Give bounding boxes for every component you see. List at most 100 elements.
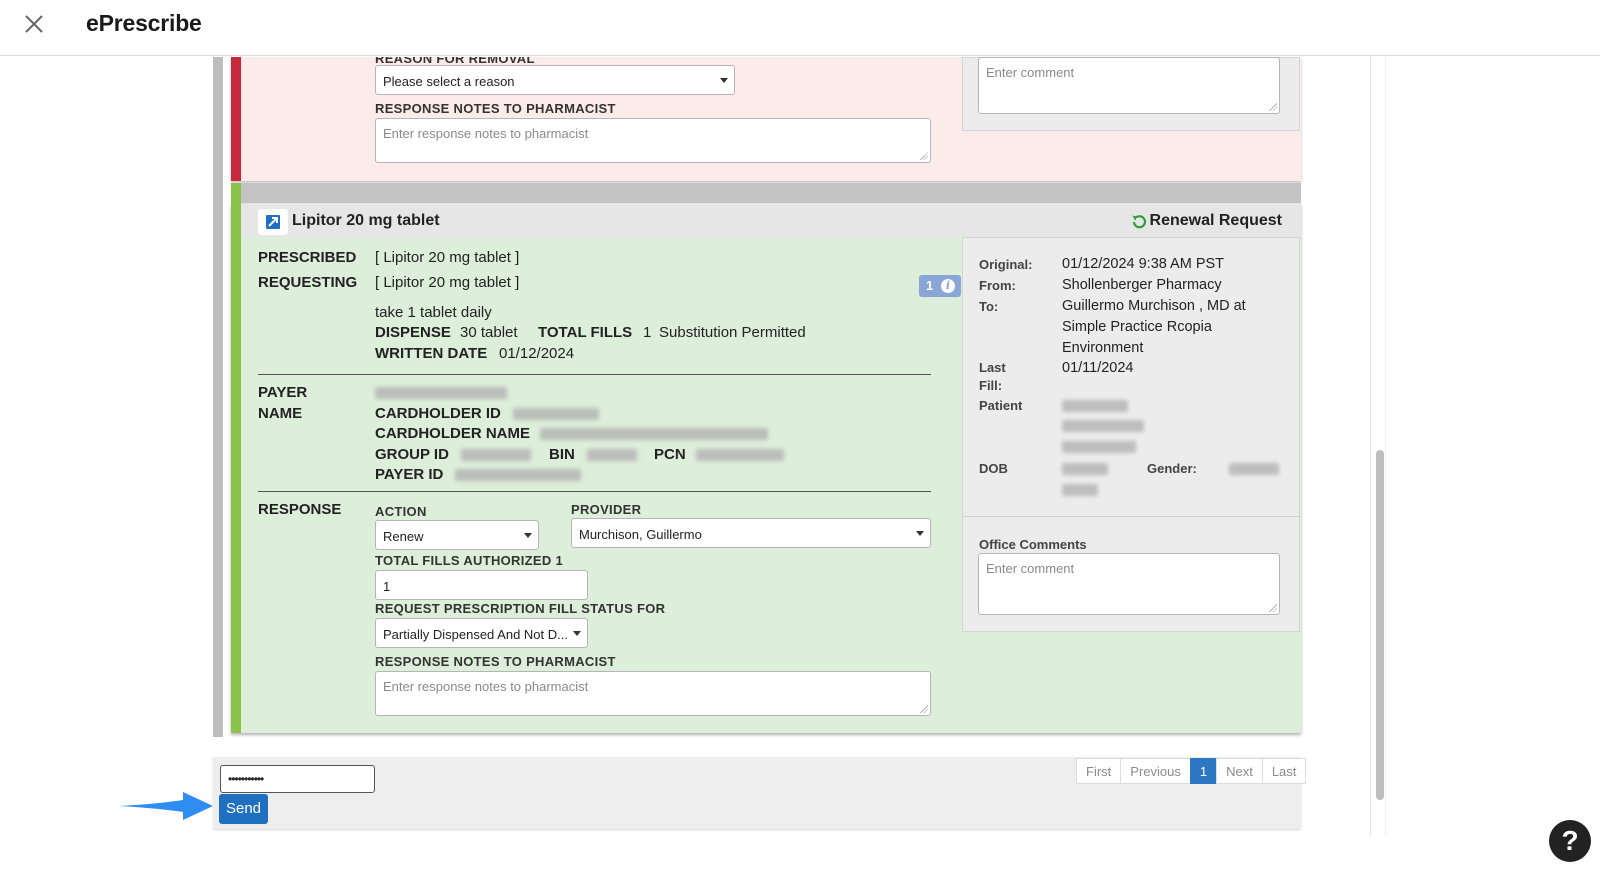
pager-last[interactable]: Last	[1261, 758, 1307, 784]
action-select-value: Renew	[383, 529, 424, 544]
chevron-down-icon	[916, 531, 924, 536]
card-separator	[231, 183, 1301, 203]
redacted-group-id	[461, 449, 531, 461]
original-label: Original:	[979, 257, 1033, 272]
pointer-arrow-icon	[119, 792, 213, 820]
response-notes-label: RESPONSE NOTES TO PHARMACIST	[375, 101, 616, 116]
dob-label: DOB	[979, 461, 1008, 476]
status-stripe-green	[231, 183, 241, 203]
prescribed-value: [ Lipitor 20 mg tablet ]	[375, 249, 520, 266]
info-icon: i	[941, 279, 955, 293]
pager-previous[interactable]: Previous	[1120, 758, 1191, 784]
from-label: From:	[979, 278, 1016, 293]
requesting-label: REQUESTING	[258, 274, 358, 291]
redacted-payer-name	[375, 387, 507, 399]
section-divider	[258, 491, 931, 492]
panel-divider	[963, 516, 1299, 517]
sig-text: take 1 tablet daily	[375, 304, 492, 321]
external-link-icon[interactable]	[258, 209, 288, 235]
drug-title: Lipitor 20 mg tablet	[292, 212, 440, 229]
list-left-border	[213, 57, 223, 737]
group-id-label: GROUP ID	[375, 446, 449, 463]
total-fills-authorized-input[interactable]: 1	[375, 570, 588, 600]
gender-label: Gender:	[1147, 461, 1197, 476]
response-notes-field[interactable]: Enter response notes to pharmacist	[375, 118, 931, 163]
renew-icon	[1132, 215, 1147, 229]
substitution-text: Substitution Permitted	[659, 324, 806, 341]
previous-comment-field[interactable]: Enter comment	[978, 57, 1280, 114]
dispense-label: DISPENSE	[375, 324, 451, 341]
redacted-patient-line2	[1062, 420, 1144, 432]
action-label: ACTION	[375, 504, 427, 519]
close-icon[interactable]	[22, 12, 46, 36]
status-stripe-red	[231, 57, 241, 181]
pager-current-page[interactable]: 1	[1189, 758, 1218, 784]
chevron-down-icon	[720, 78, 728, 83]
action-select[interactable]: Renew	[375, 520, 539, 550]
help-button[interactable]: ?	[1549, 820, 1591, 862]
fill-status-label: REQUEST PRESCRIPTION FILL STATUS FOR	[375, 601, 666, 616]
redacted-cardholder-id	[513, 408, 599, 420]
patient-label: Patient	[979, 398, 1023, 413]
redacted-gender	[1229, 463, 1279, 475]
pcn-label: PCN	[654, 446, 686, 463]
redacted-patient-line1	[1062, 400, 1128, 412]
info-badge[interactable]: 1 i	[919, 275, 961, 297]
bin-label: BIN	[549, 446, 575, 463]
pager-next[interactable]: Next	[1216, 758, 1263, 784]
content-border	[1370, 57, 1371, 837]
scrollbar-thumb[interactable]	[1376, 450, 1384, 800]
response-label: RESPONSE	[258, 501, 342, 518]
total-fills-authorized-label: TOTAL FILLS AUTHORIZED 1	[375, 553, 563, 568]
to-value-line3: Environment	[1062, 340, 1144, 356]
response-notes-placeholder: Enter response notes to pharmacist	[383, 679, 589, 694]
cardholder-name-label: CARDHOLDER NAME	[375, 425, 530, 442]
section-divider	[258, 374, 931, 375]
redacted-payer-id	[455, 469, 581, 481]
dispense-value: 30 tablet	[460, 324, 518, 341]
from-value: Shollenberger Pharmacy	[1062, 277, 1222, 293]
redacted-cardholder-name	[540, 428, 768, 440]
redacted-dob-line2	[1062, 484, 1098, 496]
redacted-dob	[1062, 463, 1108, 475]
resize-handle-icon[interactable]	[1269, 604, 1277, 612]
provider-select[interactable]: Murchison, Guillermo	[571, 518, 931, 548]
response-notes-placeholder: Enter response notes to pharmacist	[383, 126, 589, 141]
to-value-line1: Guillermo Murchison , MD at	[1062, 298, 1246, 314]
fill-status-select[interactable]: Partially Dispensed And Not D...	[375, 618, 588, 648]
pagination: First Previous 1 Next Last	[1076, 758, 1307, 784]
resize-handle-icon[interactable]	[920, 152, 928, 160]
chevron-down-icon	[573, 631, 581, 636]
top-bar: ePrescribe	[0, 0, 1600, 56]
response-notes-field[interactable]: Enter response notes to pharmacist	[375, 671, 931, 716]
app-title: ePrescribe	[86, 10, 202, 36]
to-label: To:	[979, 299, 999, 314]
redacted-pcn	[696, 449, 784, 461]
payer-name-label-line2: NAME	[258, 405, 303, 422]
redacted-patient-line3	[1062, 441, 1136, 453]
written-date-value: 01/12/2024	[499, 345, 575, 362]
fill-status-select-value: Partially Dispensed And Not D...	[383, 627, 568, 642]
pager-first[interactable]: First	[1076, 758, 1122, 784]
response-notes-label: RESPONSE NOTES TO PHARMACIST	[375, 654, 616, 669]
to-value-line2: Simple Practice Rcopia	[1062, 319, 1212, 335]
reason-select[interactable]: Please select a reason	[375, 65, 735, 95]
resize-handle-icon[interactable]	[1269, 103, 1277, 111]
comment-placeholder: Enter comment	[986, 65, 1075, 80]
status-stripe-green	[231, 203, 241, 733]
last-fill-label: Last	[979, 360, 1006, 375]
total-fills-label: TOTAL FILLS	[538, 324, 633, 341]
office-comments-field[interactable]: Enter comment	[978, 553, 1280, 615]
chevron-down-icon	[524, 533, 532, 538]
payer-id-label: PAYER ID	[375, 466, 444, 483]
reason-select-value: Please select a reason	[383, 74, 515, 89]
last-fill-label-line2: Fill:	[979, 378, 1003, 393]
provider-label: PROVIDER	[571, 502, 642, 517]
written-date-label: WRITTEN DATE	[375, 345, 488, 362]
send-button[interactable]: Send	[219, 794, 268, 824]
password-field[interactable]: •••••••••••	[220, 765, 375, 793]
office-comments-label: Office Comments	[979, 537, 1087, 552]
resize-handle-icon[interactable]	[920, 705, 928, 713]
prescribed-label: PRESCRIBED	[258, 249, 357, 266]
total-fills-value: 1	[643, 324, 652, 341]
